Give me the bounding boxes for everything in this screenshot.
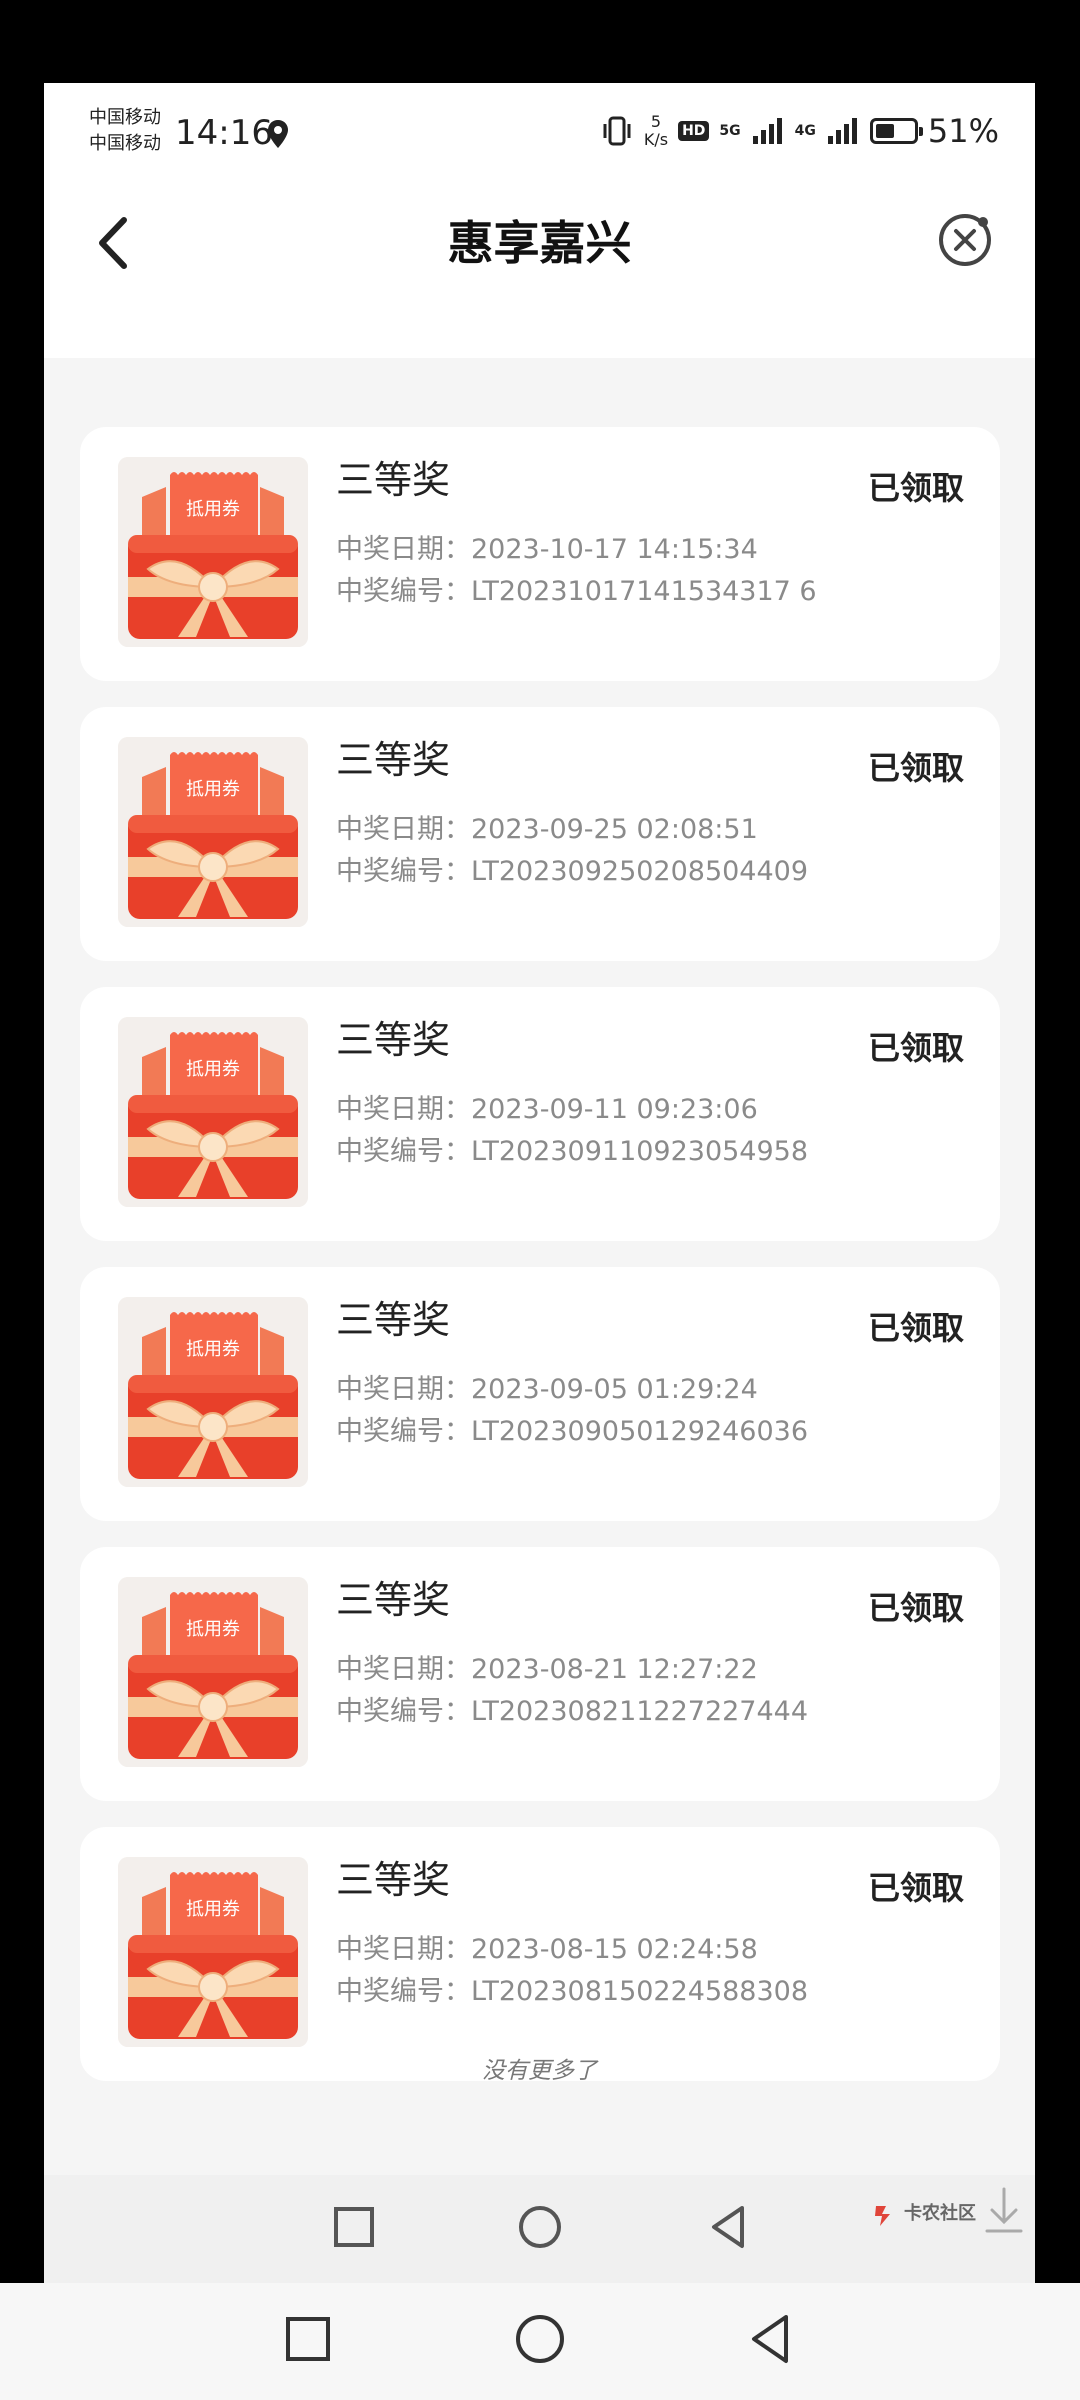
win-code: 中奖编号：LT202308211227227444 [336, 1696, 809, 1727]
home-icon[interactable] [510, 2309, 570, 2369]
coupon-thumbnail-image: 抵用券 [118, 1017, 308, 1207]
prize-level: 三等奖 [336, 1578, 451, 1622]
no-more-text: 没有更多了 [482, 2058, 597, 2084]
inner-home-icon[interactable] [510, 2197, 570, 2257]
location-icon [268, 120, 288, 148]
coupon-thumbnail-image: 抵用券 [118, 1857, 308, 2047]
close-miniprogram-button[interactable] [935, 210, 995, 270]
network-5g: 5G [719, 123, 741, 139]
win-date: 中奖日期：2023-09-11 09:23:06 [336, 1094, 758, 1125]
recent-apps-icon[interactable] [278, 2309, 338, 2369]
battery-percent: 51% [927, 112, 999, 150]
watermark-text: 卡农社区 [904, 2203, 976, 2224]
coupon-thumbnail-label: 抵用券 [186, 1059, 240, 1080]
back-icon[interactable] [740, 2309, 800, 2369]
prize-level: 三等奖 [336, 458, 451, 502]
win-date: 中奖日期：2023-08-21 12:27:22 [336, 1654, 758, 1685]
signal-icon-2 [827, 118, 857, 144]
coupon-thumbnail-image: 抵用券 [118, 737, 308, 927]
inner-back-icon[interactable] [698, 2197, 758, 2257]
win-code: 中奖编号：LT202309050129246036 [336, 1416, 809, 1447]
battery-icon [869, 118, 923, 144]
win-date: 中奖日期：2023-10-17 14:15:34 [336, 534, 758, 565]
header: 惠享嘉兴 [44, 178, 1035, 358]
status-bar: 中国移动 中国移动 14:16 5 K/s HD 5G 4G 51% [44, 83, 1035, 178]
prize-record-list: 抵用券 三等奖 已领取 中奖日期：2023-10-17 14:15:34 中奖编号：LT… [80, 427, 1000, 2107]
coupon-thumbnail-image: 抵用券 [118, 1297, 308, 1487]
download-icon [985, 2187, 1023, 2233]
coupon-thumbnail-label: 抵用券 [186, 1339, 240, 1360]
carrier-info: 中国移动 中国移动 [89, 105, 161, 157]
coupon-thumbnail-label: 抵用券 [186, 499, 240, 520]
coupon-thumbnail-image: 抵用券 [118, 457, 308, 647]
watermark-logo-icon [875, 2206, 890, 2226]
claim-status: 已领取 [867, 1869, 964, 1907]
claim-status: 已领取 [867, 1309, 964, 1347]
prize-record-card[interactable]: 抵用券 三等奖 已领取中奖日期：2023-09-11 09:23:06 中奖编号：LT… [80, 987, 1000, 1241]
network-4g: 4G [794, 123, 816, 139]
status-time: 14:16 [175, 113, 273, 153]
win-code: 中奖编号：LT202308150224588308 [336, 1976, 809, 2007]
win-code: 中奖编号：LT202309110923054958 [336, 1136, 809, 1167]
prize-level: 三等奖 [336, 738, 451, 782]
win-code: 中奖编号：LT202309250208504409 [336, 856, 809, 887]
speed-value: 5 [650, 112, 662, 131]
coupon-thumbnail-image: 抵用券 [118, 1577, 308, 1767]
prize-record-card[interactable]: 抵用券 三等奖 已领取中奖日期：2023-08-15 02:24:58 中奖编号：LT… [80, 1827, 1000, 2081]
claim-status: 已领取 [867, 749, 964, 787]
vibrate-icon [603, 116, 631, 146]
carrier-1: 中国移动 [89, 107, 161, 128]
prize-record-card[interactable]: 抵用券 三等奖 已领取中奖日期：2023-09-05 01:29:24 中奖编号：LT… [80, 1267, 1000, 1521]
inner-recent-apps-icon[interactable] [324, 2197, 384, 2257]
prize-record-card[interactable]: 抵用券 三等奖 已领取中奖日期：2023-08-21 12:27:22 中奖编号：LT… [80, 1547, 1000, 1801]
status-icons: 5 K/s HD 5G 4G 51% [600, 111, 999, 151]
win-date: 中奖日期：2023-09-05 01:29:24 [336, 1374, 758, 1405]
prize-level: 三等奖 [336, 1858, 451, 1902]
win-date: 中奖日期：2023-08-15 02:24:58 [336, 1934, 758, 1965]
battery-fill [875, 124, 894, 138]
claim-status: 已领取 [867, 1589, 964, 1627]
app-screen: 中国移动 中国移动 14:16 5 K/s HD 5G 4G 51% 惠享嘉兴 … [44, 83, 1035, 2283]
coupon-thumbnail-label: 抵用券 [186, 1619, 240, 1640]
prize-record-card[interactable]: 抵用券 三等奖 已领取中奖日期：2023-09-25 02:08:51 中奖编号：LT… [80, 707, 1000, 961]
prize-level: 三等奖 [336, 1018, 451, 1062]
claim-status: 已领取 [867, 1029, 964, 1067]
win-code: 中奖编号：LT20231017141534317 6 [336, 576, 817, 607]
claim-status: 已领取 [867, 469, 964, 507]
page-title: 惠享嘉兴 [447, 216, 632, 270]
coupon-thumbnail-label: 抵用券 [186, 779, 240, 800]
network-speed: 5 K/s [644, 113, 668, 149]
signal-icon-1 [752, 118, 782, 144]
win-date: 中奖日期：2023-09-25 02:08:51 [336, 814, 758, 845]
coupon-thumbnail-label: 抵用券 [186, 1899, 240, 1920]
carrier-2: 中国移动 [89, 133, 161, 154]
speed-unit: K/s [643, 130, 669, 149]
hd-badge: HD [678, 121, 710, 141]
system-navigation-bar [0, 2283, 1080, 2400]
prize-level: 三等奖 [336, 1298, 451, 1342]
prize-record-card[interactable]: 抵用券 三等奖 已领取中奖日期：2023-10-17 14:15:34 中奖编号：LT… [80, 427, 1000, 681]
